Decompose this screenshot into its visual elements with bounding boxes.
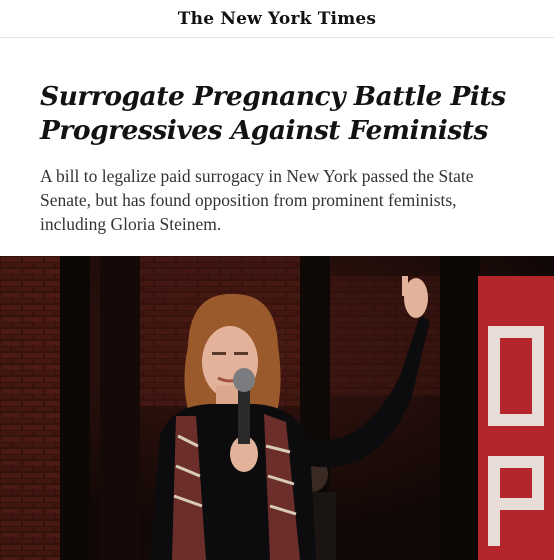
red-sign (478, 276, 554, 560)
headline-line-2: Progressives Against Feminists (40, 115, 488, 146)
article-photo[interactable] (0, 256, 554, 560)
nyt-logo[interactable]: The New York Times (178, 9, 376, 29)
headline-line-1: Surrogate Pregnancy Battle Pits (40, 81, 506, 112)
photo-illustration (0, 256, 554, 560)
article-headline: Surrogate Pregnancy Battle Pits Progress… (40, 80, 530, 148)
article-summary: A bill to legalize paid surrogacy in New… (40, 166, 474, 234)
masthead: The New York Times (0, 0, 554, 38)
